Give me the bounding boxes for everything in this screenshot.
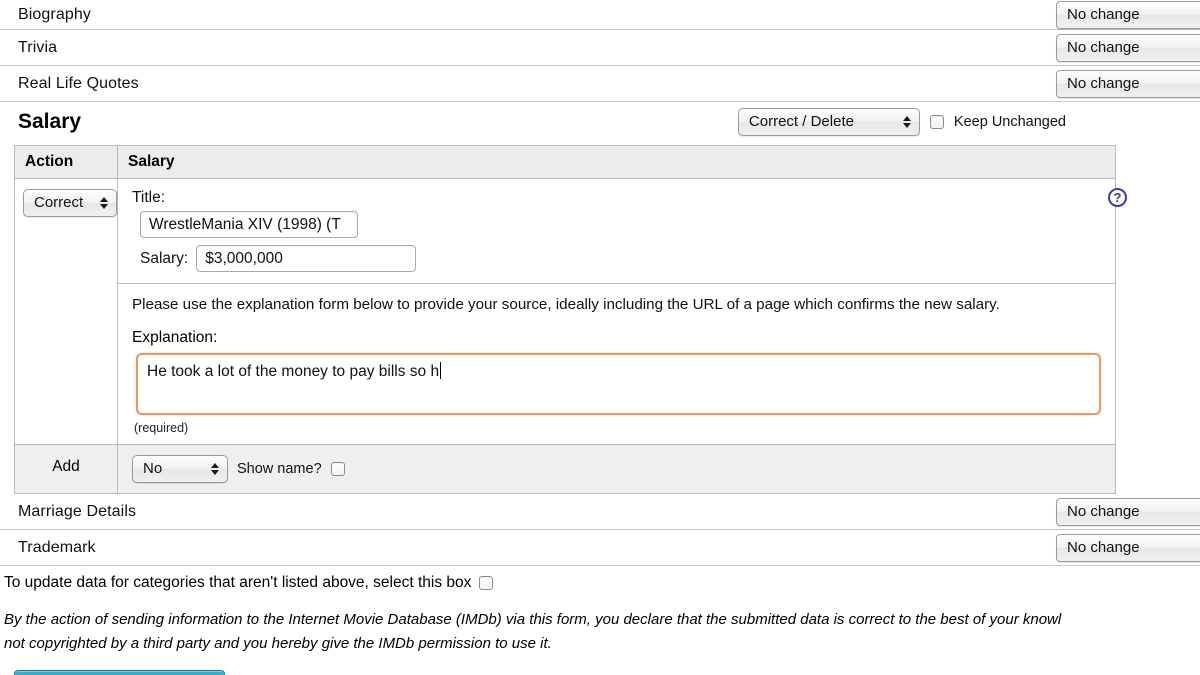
select-value: No bbox=[143, 460, 163, 477]
select-value: Correct bbox=[34, 194, 84, 211]
action-cell: Correct bbox=[14, 178, 118, 444]
salary-label: Salary: bbox=[140, 249, 189, 267]
salary-section-header: Salary Correct / Delete Keep Unchanged bbox=[0, 102, 1200, 142]
category-select-real-life-quotes[interactable]: No change bbox=[1056, 69, 1200, 98]
category-select-marriage-details[interactable]: No change bbox=[1056, 497, 1200, 526]
title-input[interactable]: WrestleMania XIV (1998) (T bbox=[140, 211, 358, 238]
category-label: Biography bbox=[18, 5, 91, 23]
chevron-updown-icon bbox=[902, 115, 911, 128]
add-row-controls: No Show name? bbox=[132, 455, 1101, 483]
column-header-salary: Salary bbox=[117, 145, 1116, 179]
select-value: Correct / Delete bbox=[748, 113, 854, 130]
explanation-label: Explanation: bbox=[132, 329, 218, 346]
chevron-updown-icon bbox=[100, 196, 108, 209]
table-header-row: Action Salary bbox=[14, 145, 1116, 179]
explanation-textarea[interactable]: He took a lot of the money to pay bills … bbox=[136, 353, 1101, 415]
keep-unchanged-label[interactable]: Keep Unchanged bbox=[954, 114, 1066, 130]
salary-input[interactable]: $3,000,000 bbox=[196, 245, 417, 272]
category-label: Trademark bbox=[18, 538, 96, 556]
category-row-biography: Biography No change bbox=[0, 0, 1200, 30]
table-row-add: Add No Show name? bbox=[14, 443, 1116, 494]
column-header-action: Action bbox=[14, 145, 118, 179]
other-categories-note: To update data for categories that aren'… bbox=[0, 566, 1200, 592]
salary-input-value: $3,000,000 bbox=[205, 249, 283, 267]
select-value: No change bbox=[1067, 74, 1140, 92]
no-change-select[interactable]: No change bbox=[1056, 497, 1200, 526]
category-row-marriage-details: Marriage Details No change bbox=[0, 494, 1200, 530]
keep-unchanged-checkbox[interactable] bbox=[929, 115, 944, 129]
required-note: (required) bbox=[134, 421, 189, 435]
salary-field-line: Salary: $3,000,000 bbox=[140, 245, 1101, 272]
table-row-correct: Correct Title: WrestleMania XIV (1998) (… bbox=[14, 178, 1116, 445]
no-change-select[interactable]: No change bbox=[1056, 69, 1200, 98]
select-value: No change bbox=[1067, 38, 1140, 56]
check-these-updates-button[interactable]: Check these updates » bbox=[14, 670, 226, 675]
category-label: Real Life Quotes bbox=[18, 74, 139, 92]
title-input-value: WrestleMania XIV (1998) (T bbox=[149, 215, 341, 233]
other-categories-label: To update data for categories that aren'… bbox=[4, 574, 472, 591]
text-cursor bbox=[440, 362, 442, 379]
no-change-select[interactable]: No change bbox=[1056, 33, 1200, 62]
add-row-select[interactable]: No bbox=[132, 455, 228, 483]
select-value: No change bbox=[1067, 538, 1140, 556]
no-change-select[interactable]: No change bbox=[1056, 533, 1200, 562]
category-row-real-life-quotes: Real Life Quotes No change bbox=[0, 66, 1200, 102]
legal-line-2: not copyrighted by a third party and you… bbox=[4, 635, 552, 652]
show-name-checkbox[interactable] bbox=[330, 462, 345, 476]
add-action-label: Add bbox=[14, 443, 118, 494]
salary-edit-cell: Title: WrestleMania XIV (1998) (T Salary… bbox=[118, 179, 1116, 445]
title-label: Title: bbox=[132, 189, 166, 206]
category-select-trivia[interactable]: No change bbox=[1056, 33, 1200, 62]
salary-header-controls: Correct / Delete Keep Unchanged bbox=[737, 108, 1066, 136]
show-name-label[interactable]: Show name? bbox=[237, 461, 322, 477]
chevron-updown-icon bbox=[211, 462, 219, 475]
correct-delete-select[interactable]: Correct / Delete bbox=[737, 108, 920, 136]
imdb-update-form-page: Biography No change Trivia No change Rea… bbox=[0, 0, 1200, 675]
legal-line-1: By the action of sending information to … bbox=[4, 611, 1062, 628]
category-select-biography[interactable]: No change bbox=[1056, 0, 1200, 29]
legal-disclaimer: By the action of sending information to … bbox=[0, 592, 1200, 656]
help-question-mark-icon[interactable]: ? bbox=[1108, 188, 1127, 207]
no-change-select[interactable]: No change bbox=[1056, 0, 1200, 29]
category-row-trademark: Trademark No change bbox=[0, 530, 1200, 566]
category-row-trivia: Trivia No change bbox=[0, 30, 1200, 66]
other-categories-checkbox[interactable] bbox=[479, 576, 494, 590]
select-value: No change bbox=[1067, 5, 1140, 23]
select-value: No change bbox=[1067, 502, 1140, 520]
category-label: Trivia bbox=[18, 38, 58, 56]
row-action-select[interactable]: Correct bbox=[23, 189, 117, 217]
salary-edit-table: Action Salary Correct Title: WrestleMani… bbox=[14, 145, 1116, 494]
explanation-text: He took a lot of the money to pay bills … bbox=[147, 363, 440, 380]
section-title: Salary bbox=[18, 110, 82, 133]
category-select-trademark[interactable]: No change bbox=[1056, 533, 1200, 562]
category-label: Marriage Details bbox=[18, 502, 137, 520]
add-row-cell: No Show name? bbox=[118, 444, 1115, 493]
explanation-hint: Please use the explanation form below to… bbox=[132, 296, 1000, 313]
